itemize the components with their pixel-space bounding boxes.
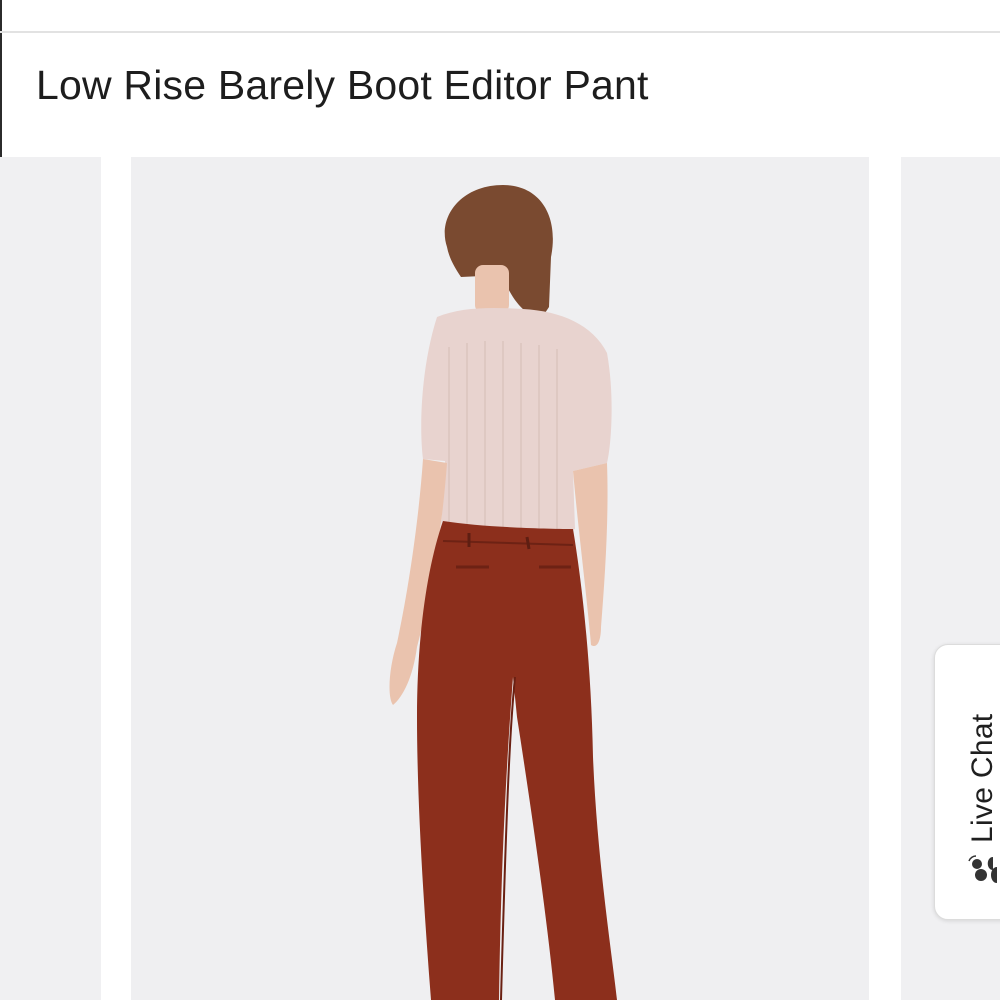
live-chat-content: Live Chat [966, 714, 1000, 885]
window-edge [0, 0, 2, 158]
model-back-view-rust-pants-icon [389, 185, 617, 1000]
live-chat-button[interactable]: Live Chat [934, 644, 1000, 920]
header-divider [0, 31, 1000, 33]
product-title: Low Rise Barely Boot Editor Pant [36, 62, 649, 108]
product-page: Low Rise Barely Boot Editor Pant Live Ch… [0, 0, 1000, 1000]
previous-slide[interactable] [0, 157, 101, 1000]
chat-bubble-icon [967, 855, 999, 885]
product-image [131, 157, 869, 1000]
live-chat-label: Live Chat [966, 713, 999, 843]
product-image-carousel[interactable] [0, 157, 1000, 1000]
current-slide[interactable] [131, 157, 869, 1000]
